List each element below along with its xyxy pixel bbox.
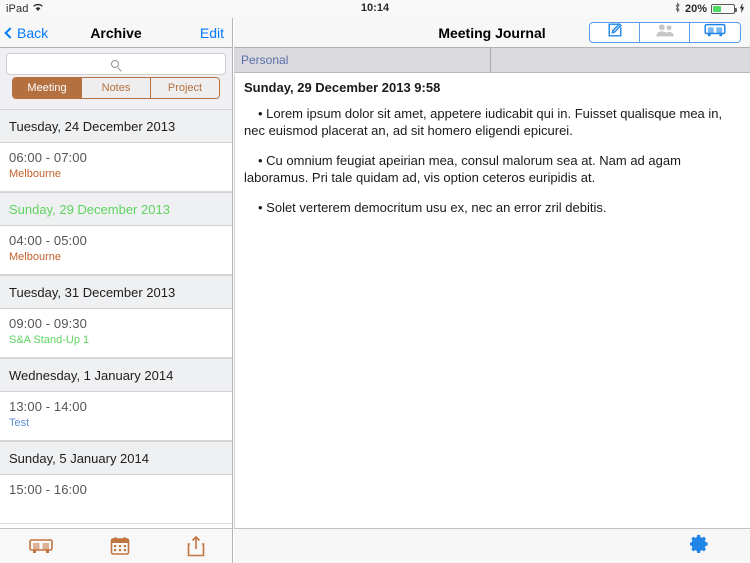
list-section-header: Tuesday, 24 December 2013 (0, 109, 232, 143)
list-item[interactable]: 04:00 - 05:00 Melbourne (0, 226, 232, 275)
chevron-left-icon (4, 26, 16, 39)
detail-pane: Meeting Journal Personal Sunday, 29 Dece… (234, 18, 750, 563)
sidebar: Back Archive Edit Meeting Notes Project … (0, 18, 233, 563)
list-item-time: 06:00 - 07:00 (9, 150, 87, 165)
compose-icon (607, 23, 623, 42)
list-item-time: 15:00 - 16:00 (9, 482, 87, 497)
meeting-list[interactable]: Tuesday, 24 December 2013 06:00 - 07:00 … (0, 109, 232, 524)
compose-button[interactable] (590, 23, 640, 42)
filter-segmented-control[interactable]: Meeting Notes Project (12, 77, 220, 99)
list-section-header: Sunday, 5 January 2014 (0, 441, 232, 475)
sidebar-toolbar (0, 528, 232, 563)
list-section-header: Sunday, 29 December 2013 (0, 192, 232, 226)
segment-project[interactable]: Project (151, 78, 219, 98)
search-icon (110, 60, 119, 68)
list-item[interactable]: 13:00 - 14:00 Test (0, 392, 232, 441)
list-item-time: 04:00 - 05:00 (9, 233, 87, 248)
note-paragraph: • Cu omnium feugiat apeirian mea, consul… (244, 153, 681, 185)
app-root: iPad 10:14 20% Back Archive Edit Meeting… (0, 0, 750, 563)
list-item-subtitle: Melbourne (9, 168, 61, 180)
note-body[interactable]: Sunday, 29 December 2013 9:58 • Lorem ip… (234, 74, 750, 528)
people-icon (655, 23, 675, 42)
detail-action-buttons (589, 22, 741, 43)
status-bar-right: 20% (674, 2, 745, 16)
list-item[interactable]: 15:00 - 16:00 (0, 475, 232, 524)
battery-icon (711, 4, 737, 14)
back-button[interactable]: Back (4, 24, 49, 41)
sidebar-navbar: Back Archive Edit (0, 18, 232, 48)
present-button[interactable] (690, 23, 740, 42)
lightning-bolt-icon (739, 2, 745, 16)
tab-personal[interactable]: Personal (234, 48, 491, 72)
list-section-header: Wednesday, 1 January 2014 (0, 358, 232, 392)
list-item-time: 09:00 - 09:30 (9, 316, 87, 331)
list-item[interactable]: 09:00 - 09:30 S&A Stand-Up 1 (0, 309, 232, 358)
clock: 10:14 (360, 2, 390, 14)
segment-notes[interactable]: Notes (82, 78, 151, 98)
list-item-subtitle: Test (9, 417, 30, 429)
gear-icon[interactable] (689, 534, 710, 559)
bluetooth-icon (674, 2, 681, 16)
projector-icon[interactable] (28, 537, 53, 555)
back-button-label: Back (17, 24, 49, 41)
note-paragraph: • Lorem ipsum dolor sit amet, appetere i… (244, 106, 723, 138)
projector-icon (704, 23, 726, 42)
note-heading: Sunday, 29 December 2013 9:58 (244, 80, 441, 95)
note-tabbar[interactable]: Personal (234, 48, 750, 73)
list-item-subtitle: S&A Stand-Up 1 (9, 334, 90, 346)
detail-navbar: Meeting Journal (234, 18, 750, 48)
tab-empty[interactable] (491, 48, 750, 72)
segment-meeting[interactable]: Meeting (13, 78, 82, 98)
detail-toolbar (234, 528, 750, 563)
search-input[interactable] (6, 53, 226, 75)
share-icon[interactable] (187, 535, 205, 557)
status-bar: iPad 10:14 20% (0, 0, 750, 18)
battery-percent: 20% (684, 3, 707, 15)
status-bar-center: 10:14 (0, 2, 750, 14)
edit-button[interactable]: Edit (200, 25, 224, 41)
list-section-header: Tuesday, 31 December 2013 (0, 275, 232, 309)
calendar-icon[interactable] (110, 536, 130, 556)
attendees-button[interactable] (640, 23, 690, 42)
search-area: Meeting Notes Project (0, 48, 232, 109)
list-item[interactable]: 06:00 - 07:00 Melbourne (0, 143, 232, 192)
list-item-time: 13:00 - 14:00 (9, 399, 87, 414)
list-item-subtitle: Melbourne (9, 251, 61, 263)
note-paragraph: • Solet verterem democritum usu ex, nec … (258, 200, 607, 215)
